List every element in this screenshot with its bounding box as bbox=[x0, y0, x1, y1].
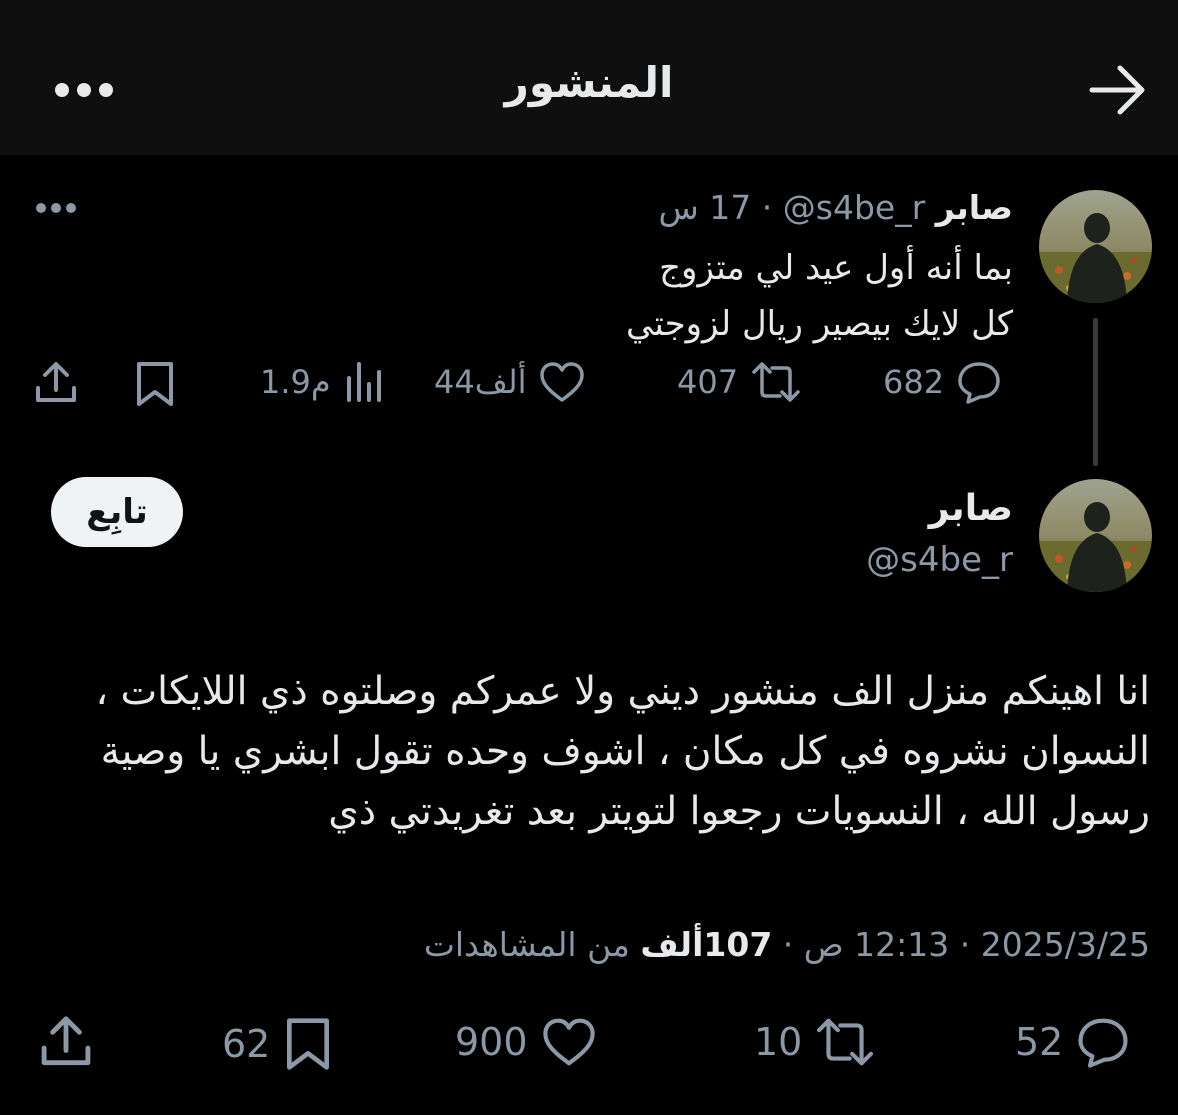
post-more-icon[interactable] bbox=[34, 200, 78, 216]
reply-count: 52 bbox=[1015, 1020, 1064, 1064]
post-time[interactable]: 17 س bbox=[659, 188, 752, 227]
views-label: من المشاهدات bbox=[423, 925, 630, 964]
page-title: المنشور bbox=[504, 58, 674, 107]
author-name[interactable]: صابر bbox=[936, 188, 1013, 227]
post-line: رسول الله ، النسويات رجعوا لتويتر بعد تغ… bbox=[328, 789, 1150, 834]
post-line: كل لايك بيصير ريال لزوجتي bbox=[626, 304, 1013, 344]
bookmark-icon[interactable] bbox=[133, 360, 177, 408]
share-icon[interactable] bbox=[38, 1014, 94, 1070]
main-author-name[interactable]: صابر bbox=[929, 488, 1013, 529]
main-reply-button[interactable]: 52 bbox=[1015, 1016, 1131, 1068]
reply-icon bbox=[958, 362, 1000, 404]
views-button[interactable]: 1.9م bbox=[260, 360, 385, 404]
main-post-text: انا اهينكم منزل الف منشور ديني ولا عمركم… bbox=[40, 662, 1150, 842]
reply-icon bbox=[1078, 1018, 1128, 1068]
post-timestamp-row: 2025/3/25 · 12:13 ص · 107ألف من المشاهدا… bbox=[424, 925, 1150, 964]
post-time[interactable]: 12:13 ص bbox=[804, 925, 950, 964]
avatar[interactable] bbox=[1039, 190, 1152, 303]
author-handle[interactable]: @s4be_r bbox=[783, 188, 926, 227]
repost-icon bbox=[817, 1018, 874, 1066]
thread-connector bbox=[1093, 318, 1098, 466]
follow-button[interactable]: تابِع bbox=[51, 477, 183, 547]
meta-separator: · bbox=[959, 925, 971, 964]
share-icon[interactable] bbox=[33, 360, 79, 406]
heart-icon bbox=[540, 362, 585, 402]
bookmark-count: 62 bbox=[222, 1022, 271, 1066]
views-count: 1.9م bbox=[260, 363, 331, 401]
like-count: 900 bbox=[455, 1020, 528, 1064]
main-avatar[interactable] bbox=[1039, 479, 1152, 592]
repost-count: 407 bbox=[677, 363, 739, 401]
post-text: بما أنه أول عيد لي متزوج كل لايك بيصير ر… bbox=[313, 240, 1013, 352]
main-like-button[interactable]: 900 bbox=[455, 1016, 598, 1068]
meta-separator: · bbox=[761, 188, 773, 227]
like-button[interactable]: 44ألف bbox=[434, 360, 586, 404]
meta-separator: · bbox=[782, 925, 794, 964]
repost-icon bbox=[752, 362, 800, 402]
post-line: بما أنه أول عيد لي متزوج bbox=[659, 248, 1013, 288]
post-meta: صابر @s4be_r · 17 س bbox=[659, 188, 1014, 227]
like-count: 44ألف bbox=[434, 363, 527, 401]
repost-count: 10 bbox=[754, 1020, 803, 1064]
reply-count: 682 bbox=[883, 363, 945, 401]
analytics-icon bbox=[346, 362, 381, 402]
heart-icon bbox=[542, 1018, 595, 1066]
main-author-handle[interactable]: @s4be_r bbox=[866, 540, 1013, 580]
post-line: انا اهينكم منزل الف منشور ديني ولا عمركم… bbox=[95, 669, 1150, 714]
repost-button[interactable]: 407 bbox=[677, 360, 802, 404]
post-date[interactable]: 2025/3/25 bbox=[981, 925, 1150, 964]
bookmark-icon bbox=[287, 1018, 330, 1070]
views-count: 107ألف bbox=[640, 925, 773, 964]
reply-button[interactable]: 682 bbox=[883, 360, 1002, 404]
top-bar: المنشور bbox=[0, 0, 1178, 155]
main-bookmark-button[interactable]: 62 bbox=[222, 1016, 334, 1072]
post-line: النسوان نشروه في كل مكان ، اشوف وحده تقو… bbox=[100, 729, 1150, 774]
back-arrow-icon[interactable] bbox=[1088, 64, 1148, 116]
main-repost-button[interactable]: 10 bbox=[754, 1016, 876, 1068]
